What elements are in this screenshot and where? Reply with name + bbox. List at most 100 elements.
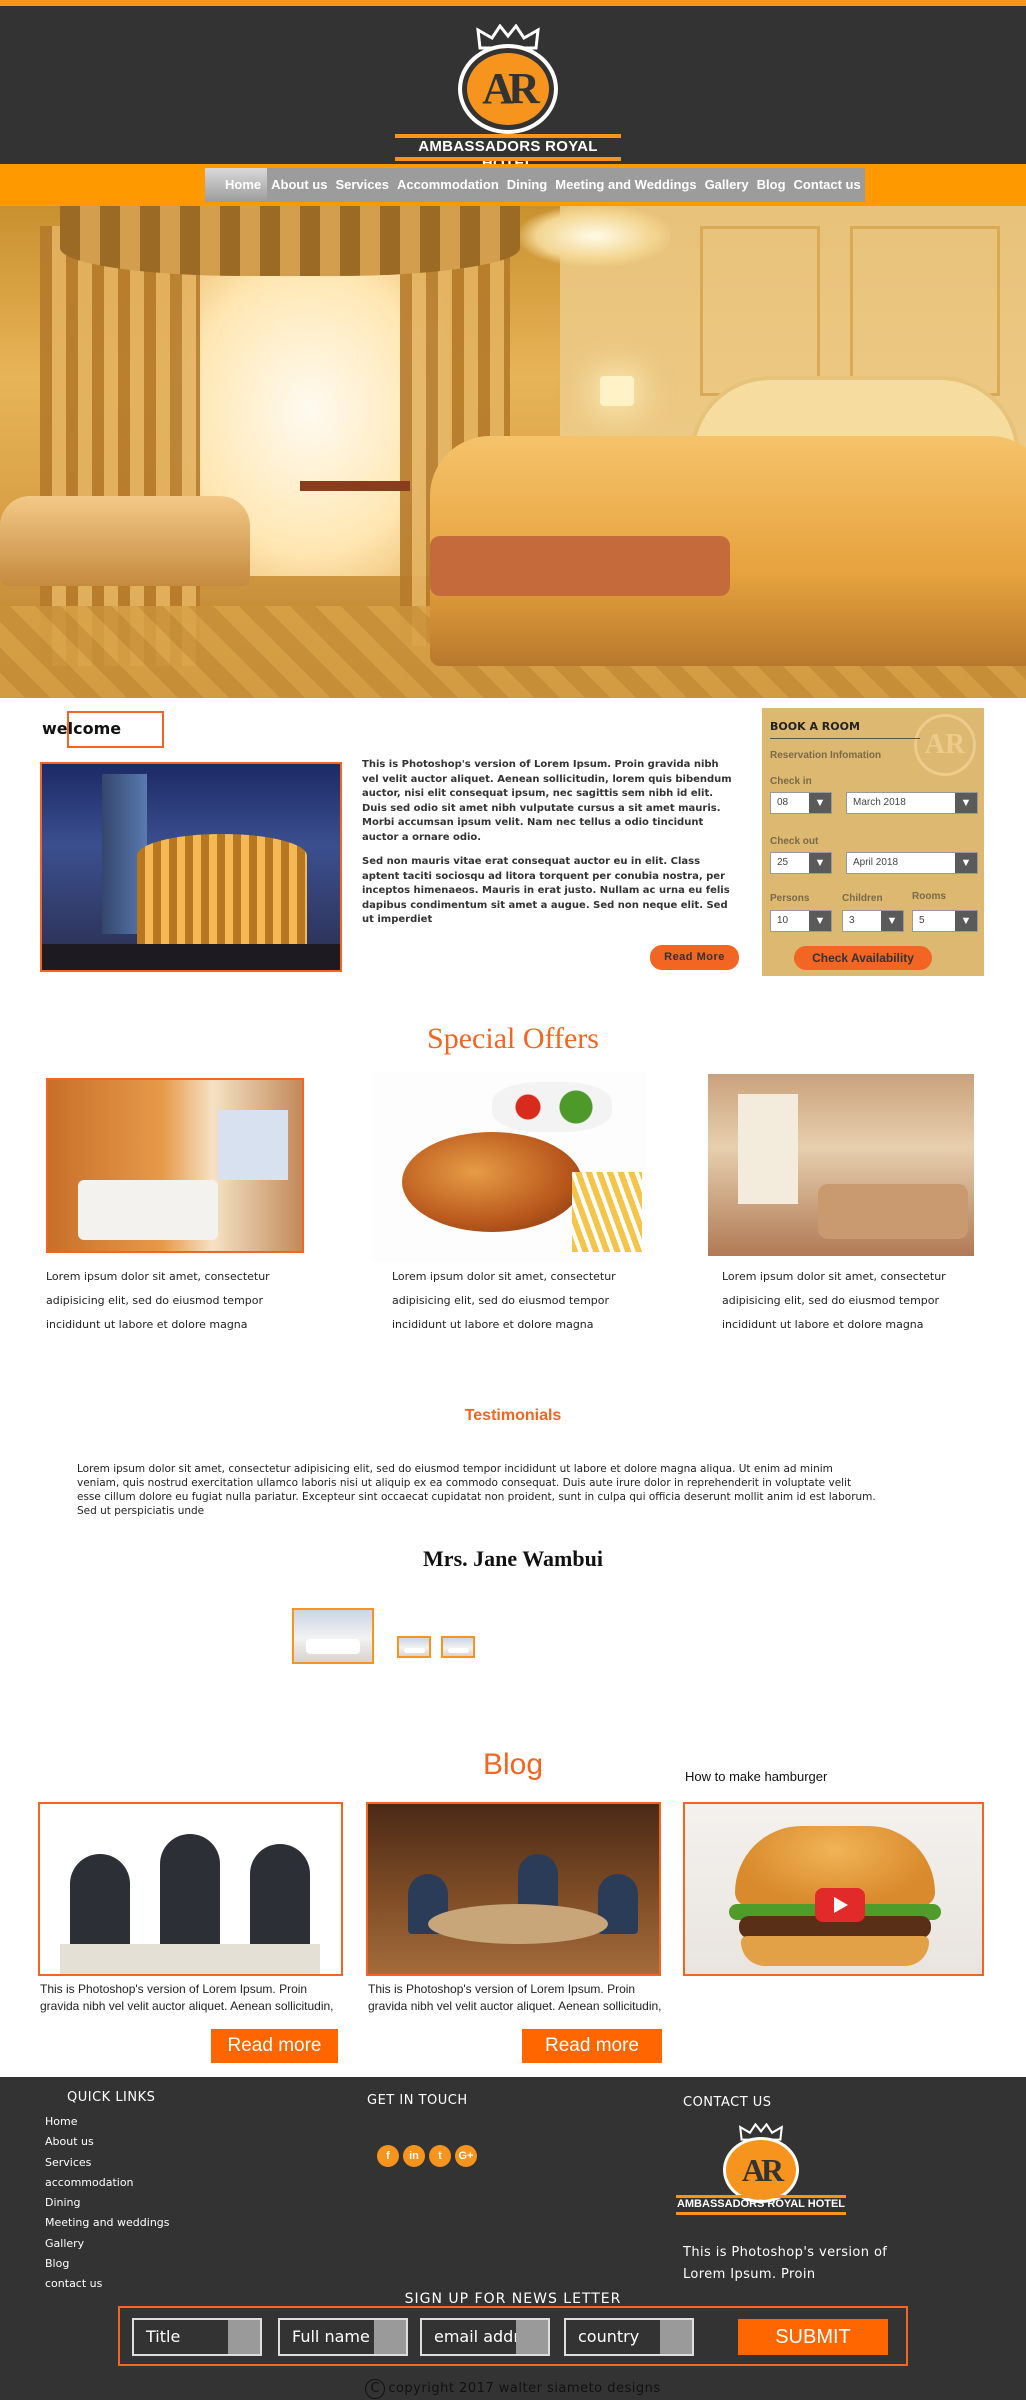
persons-select[interactable]: 10 ▼	[770, 910, 832, 932]
testimonial-quote: Lorem ipsum dolor sit amet, consectetur …	[77, 1463, 876, 1517]
testimonial-thumbnail[interactable]	[441, 1636, 475, 1658]
check-availability-button[interactable]: Check Availability	[794, 946, 932, 970]
check-out-month-value: April 2018	[853, 857, 899, 868]
booking-title: BOOK A ROOM	[770, 720, 860, 733]
footer-logo-emblem: AR	[723, 2137, 799, 2203]
check-out-month-select[interactable]: April 2018 ▼	[846, 852, 978, 874]
logo-letters: AR	[476, 60, 540, 118]
offer-lounge-image[interactable]	[708, 1074, 974, 1256]
chevron-down-icon: ▼	[809, 911, 831, 931]
facebook-icon[interactable]: f	[377, 2145, 399, 2167]
children-label: Children	[842, 893, 883, 904]
blog-excerpt: This is Photoshop's version of Lorem Ips…	[368, 1982, 662, 2013]
blog-read-more-button[interactable]: Read more	[522, 2029, 662, 2063]
select-handle	[660, 2320, 692, 2354]
google-plus-icon[interactable]: G+	[455, 2145, 477, 2167]
check-in-month-value: March 2018	[853, 797, 906, 808]
offer-room-image[interactable]	[46, 1078, 304, 1253]
lounge-window	[738, 1094, 798, 1204]
newsletter-country-input[interactable]: country	[564, 2318, 694, 2356]
wall-panel	[850, 226, 1000, 396]
check-in-day-select[interactable]: 08 ▼	[770, 792, 832, 814]
nav-services[interactable]: Services	[331, 168, 393, 202]
chevron-down-icon: ▼	[809, 793, 831, 813]
nav-home[interactable]: Home	[205, 168, 268, 202]
footer-link-meeting-and-weddings[interactable]: Meeting and weddings	[45, 2216, 170, 2236]
blog-restaurant-image[interactable]	[366, 1802, 661, 1976]
footer-link-gallery[interactable]: Gallery	[45, 2237, 170, 2257]
newsletter-title-input[interactable]: Title	[132, 2318, 262, 2356]
welcome-hotel-photo	[40, 762, 342, 972]
testimonial-thumbnail[interactable]	[397, 1636, 431, 1658]
nav-bar: Home About us Services Accommodation Din…	[0, 164, 1026, 206]
bun-bottom	[741, 1936, 929, 1966]
testimonial-author: Mrs. Jane Wambui	[423, 1546, 603, 1571]
footer-logo-rule	[676, 2212, 846, 2215]
newsletter-submit-button[interactable]: SUBMIT	[738, 2319, 888, 2355]
booking-panel: AR BOOK A ROOM Reservation Infomation Ch…	[762, 708, 984, 976]
fries	[572, 1172, 642, 1252]
chaise-sofa	[0, 496, 250, 586]
booking-subtitle: Reservation Infomation	[770, 750, 882, 761]
social-links: f in t G+	[377, 2145, 477, 2167]
nav-meeting-and-weddings[interactable]: Meeting and Weddings	[551, 168, 700, 202]
salad	[492, 1082, 612, 1132]
thumb-bed	[305, 1638, 361, 1655]
footer-link-home[interactable]: Home	[45, 2115, 170, 2135]
welcome-paragraph: Sed non mauris vitae erat consequat auct…	[362, 856, 730, 925]
full-name-placeholder: Full name	[292, 2327, 370, 2346]
chevron-down-icon: ▼	[809, 853, 831, 873]
twitter-icon[interactable]: t	[429, 2145, 451, 2167]
hotel-logo[interactable]: AR AMBASSADORS ROYAL HOTEL	[395, 16, 621, 172]
blog-read-more-button[interactable]: Read more	[211, 2029, 338, 2063]
persons-label: Persons	[770, 893, 810, 904]
testimonial-thumbnail-active[interactable]	[292, 1608, 374, 1664]
nav-dining[interactable]: Dining	[503, 168, 551, 202]
persons-value: 10	[777, 915, 789, 926]
contact-us-title: CONTACT US	[683, 2095, 772, 2110]
welcome-paragraph: This is Photoshop's version of Lorem Ips…	[362, 759, 732, 843]
room-bed	[78, 1180, 218, 1240]
offer-food-image[interactable]	[372, 1072, 646, 1262]
side-table	[300, 481, 410, 491]
children-value: 3	[849, 915, 855, 926]
chevron-down-icon: ▼	[955, 793, 977, 813]
rooms-label: Rooms	[912, 891, 946, 902]
footer-link-accommodation[interactable]: accommodation	[45, 2176, 170, 2196]
footer-link-blog[interactable]: Blog	[45, 2257, 170, 2277]
nav-about-us[interactable]: About us	[267, 168, 331, 202]
footer-link-services[interactable]: Services	[45, 2156, 170, 2176]
children-select[interactable]: 3 ▼	[842, 910, 904, 932]
welcome-read-more-button[interactable]: Read More	[650, 945, 739, 970]
newsletter-email-input[interactable]: email addr	[420, 2318, 550, 2356]
newsletter-full-name-input[interactable]: Full name	[278, 2318, 408, 2356]
copyright-icon: C	[365, 2379, 386, 2399]
dining-table	[428, 1904, 608, 1944]
footer-link-dining[interactable]: Dining	[45, 2196, 170, 2216]
special-offers-title: Special Offers	[427, 1022, 599, 1055]
nav-accommodation[interactable]: Accommodation	[393, 168, 503, 202]
check-in-month-select[interactable]: March 2018 ▼	[846, 792, 978, 814]
nav-contact-us[interactable]: Contact us	[790, 168, 865, 202]
rooms-select[interactable]: 5 ▼	[912, 910, 978, 932]
curtain-valance	[60, 206, 520, 276]
nav-blog[interactable]: Blog	[753, 168, 790, 202]
hamburger-video[interactable]	[683, 1802, 984, 1976]
video-title: How to make hamburger	[685, 1769, 828, 1784]
room-window	[218, 1110, 288, 1180]
offer-text: Lorem ipsum dolor sit amet, consectetur …	[392, 1270, 616, 1331]
blog-business-meeting-image[interactable]	[38, 1802, 343, 1976]
footer-link-about-us[interactable]: About us	[45, 2135, 170, 2155]
copyright: Ccopyright 2017 walter siameto designs	[0, 2379, 1026, 2399]
check-out-day-select[interactable]: 25 ▼	[770, 852, 832, 874]
booking-divider	[770, 738, 920, 739]
newsletter-form: Title Full name email addr country SUBMI…	[118, 2306, 908, 2366]
curtain-left	[40, 226, 200, 666]
linkedin-icon[interactable]: in	[403, 2145, 425, 2167]
play-icon[interactable]	[815, 1888, 865, 1922]
thumb-bed	[403, 1647, 425, 1654]
check-out-day-value: 25	[777, 857, 789, 868]
site-header: AR AMBASSADORS ROYAL HOTEL	[0, 6, 1026, 172]
nav-gallery[interactable]: Gallery	[701, 168, 753, 202]
desk	[60, 1944, 320, 1974]
